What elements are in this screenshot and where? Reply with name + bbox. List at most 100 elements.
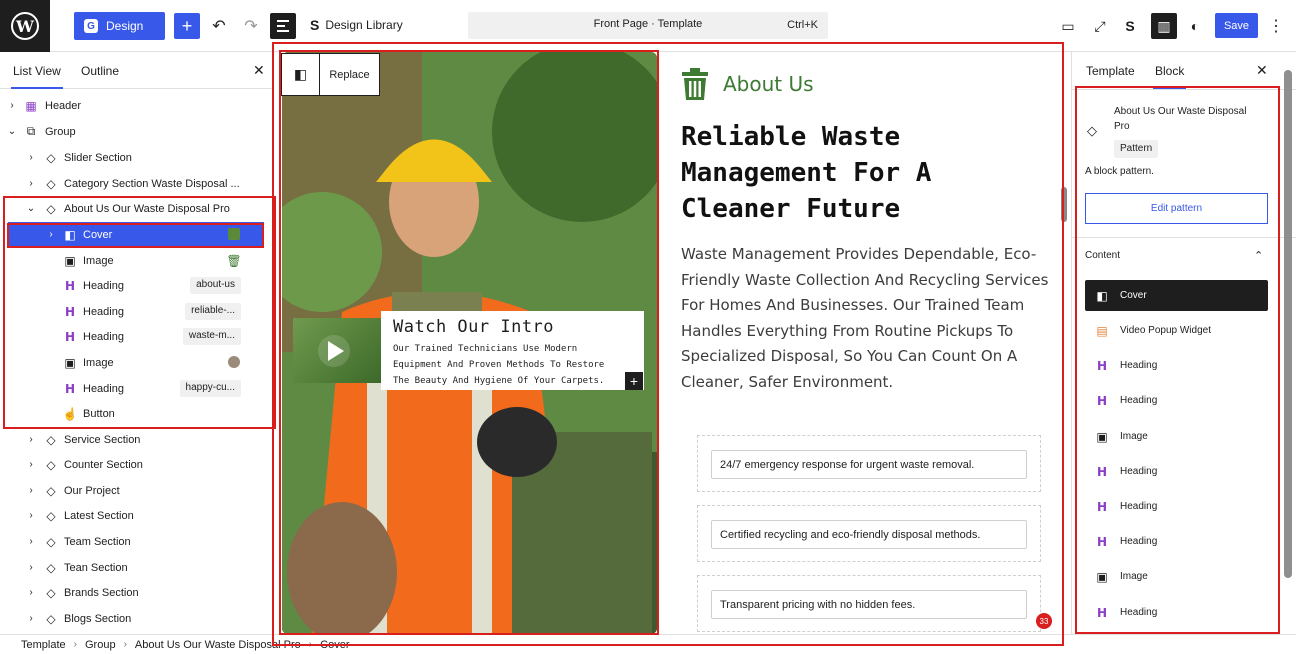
pattern-badge: Pattern [1114, 140, 1159, 158]
list-item-brands-section[interactable]: › ◇ Brands Section [0, 580, 273, 605]
list-item-counter-section[interactable]: › ◇ Counter Section [0, 452, 273, 477]
chevron-right-icon[interactable]: › [26, 485, 36, 496]
chevron-right-icon[interactable]: › [26, 510, 36, 521]
document-title: Front Page · Template [593, 18, 703, 30]
feature-text[interactable]: 24/7 emergency response for urgent waste… [711, 450, 1027, 479]
content-item-heading[interactable]: H Heading [1085, 526, 1268, 557]
list-item-about-us[interactable]: ⌄ ◇ About Us Our Waste Disposal Pro [0, 196, 273, 221]
list-item-heading[interactable]: H Heading happy-cu... [0, 376, 273, 401]
content-section-title[interactable]: Content [1085, 250, 1120, 261]
design-library-icon: S [310, 17, 320, 33]
chevron-right-icon[interactable]: › [26, 536, 36, 547]
chevron-right-icon[interactable]: › [26, 178, 36, 189]
heading-icon: H [64, 278, 76, 293]
chevron-up-icon[interactable]: ⌃ [1254, 249, 1263, 262]
chevron-right-icon[interactable]: › [26, 562, 36, 573]
list-item-our-project[interactable]: › ◇ Our Project [0, 478, 273, 503]
edit-pattern-button[interactable]: Edit pattern [1085, 193, 1268, 224]
page-heading[interactable]: Reliable Waste Management For A Cleaner … [681, 119, 1051, 227]
list-item-label: Image [83, 356, 114, 369]
about-us-label: About Us [681, 67, 814, 101]
list-item-image[interactable]: ▣ Image 🗑 [0, 248, 273, 273]
command-palette-bar[interactable]: Front Page · Template Ctrl+K [468, 12, 828, 39]
chevron-down-icon[interactable]: ⌄ [26, 203, 36, 214]
chevron-right-icon[interactable]: › [7, 100, 17, 111]
content-item-heading[interactable]: H Heading [1085, 350, 1268, 381]
chevron-right-icon[interactable]: › [26, 587, 36, 598]
list-item-heading[interactable]: H Heading reliable-... [0, 299, 273, 324]
redo-icon[interactable]: ↷ [239, 14, 263, 38]
undo-icon[interactable]: ↶ [207, 14, 231, 38]
list-item-cover[interactable]: › ◧ Cover [8, 222, 264, 247]
list-item-service-section[interactable]: › ◇ Service Section [0, 427, 273, 452]
close-icon[interactable]: ✕ [253, 62, 265, 79]
canvas-scrollbar[interactable] [1061, 187, 1067, 222]
tab-template[interactable]: Template [1086, 64, 1135, 78]
breadcrumb-item[interactable]: Group [85, 639, 116, 651]
tab-list-view[interactable]: List View [11, 64, 63, 89]
tab-block[interactable]: Block [1152, 64, 1187, 89]
inserter-plus-icon[interactable]: + [625, 372, 643, 390]
feature-text[interactable]: Transparent pricing with no hidden fees. [711, 590, 1027, 619]
tab-outline[interactable]: Outline [81, 64, 119, 78]
list-item-group[interactable]: ⌄ ⧉ Group [0, 119, 273, 144]
list-item-category-section[interactable]: › ◇ Category Section Waste Disposal ... [0, 171, 273, 196]
close-icon[interactable]: ✕ [1256, 62, 1268, 79]
chevron-right-icon[interactable]: › [46, 229, 56, 240]
anchor-tag: happy-cu... [179, 380, 241, 397]
desktop-preview-icon[interactable]: ▭ [1055, 13, 1081, 39]
feature-box[interactable]: 24/7 emergency response for urgent waste… [697, 435, 1041, 492]
chevron-right-icon[interactable]: › [26, 459, 36, 470]
play-icon[interactable] [316, 333, 352, 369]
content-item-cover[interactable]: ◧ Cover [1085, 280, 1268, 311]
sidebar-scrollbar[interactable] [1284, 70, 1292, 578]
list-item-blogs-section[interactable]: › ◇ Blogs Section [0, 606, 273, 631]
list-item-tean-section[interactable]: › ◇ Tean Section [0, 555, 273, 580]
design-library-toolbar-icon[interactable]: S [1117, 13, 1143, 39]
breadcrumb-item: Cover [320, 638, 350, 651]
styles-icon[interactable]: ◐ [1182, 13, 1208, 39]
wordpress-logo-button[interactable]: W [0, 0, 50, 52]
options-menu-icon[interactable]: ⋮ [1268, 14, 1284, 38]
save-button[interactable]: Save [1215, 13, 1258, 38]
fullscreen-icon[interactable]: ⤢ [1087, 13, 1113, 39]
intro-paragraph[interactable]: Waste Management Provides Dependable, Ec… [681, 242, 1051, 396]
content-item-heading[interactable]: H Heading [1085, 456, 1268, 487]
list-item-header[interactable]: › ▦ Header [0, 93, 273, 118]
list-view-toggle-button[interactable] [270, 13, 296, 39]
chevron-right-icon[interactable]: › [26, 613, 36, 624]
trash-icon [682, 68, 708, 100]
list-item-label: Group [45, 125, 76, 138]
trash-icon: 🗑 [226, 253, 242, 268]
list-item-slider-section[interactable]: › ◇ Slider Section [0, 145, 273, 170]
feature-text[interactable]: Certified recycling and eco-friendly dis… [711, 520, 1027, 549]
content-item-heading[interactable]: H Heading [1085, 597, 1268, 628]
content-item-image[interactable]: ▣ Image [1085, 421, 1268, 452]
list-item-button[interactable]: ☝ Button [0, 401, 273, 426]
chevron-down-icon[interactable]: ⌄ [7, 126, 17, 137]
content-item-image[interactable]: ▣ Image [1085, 561, 1268, 592]
list-item-heading[interactable]: H Heading about-us [0, 273, 273, 298]
list-item-heading[interactable]: H Heading waste-m... [0, 324, 273, 349]
list-item-latest-section[interactable]: › ◇ Latest Section [0, 503, 273, 528]
list-item-label: Slider Section [64, 151, 132, 164]
design-library-button[interactable]: S Design Library [310, 17, 403, 33]
intro-title: Watch Our Intro [393, 317, 555, 337]
content-item-video-popup[interactable]: ▤ Video Popup Widget [1085, 315, 1268, 346]
content-item-heading[interactable]: H Heading [1085, 385, 1268, 416]
design-button[interactable]: G Design [74, 12, 165, 40]
list-item-image[interactable]: ▣ Image [0, 350, 273, 375]
breadcrumb-item[interactable]: About Us Our Waste Disposal Pro [135, 639, 301, 651]
chevron-right-icon[interactable]: › [26, 152, 36, 163]
chevron-right-icon[interactable]: › [26, 434, 36, 445]
replace-button[interactable]: Replace [320, 54, 379, 95]
add-block-button[interactable]: + [174, 13, 200, 39]
cover-icon[interactable]: ◧ [282, 54, 320, 95]
settings-sidebar-icon[interactable]: ▥ [1151, 13, 1177, 39]
feature-box[interactable]: Transparent pricing with no hidden fees. [697, 575, 1041, 632]
breadcrumb-item[interactable]: Template [21, 639, 66, 651]
list-item-label: Heading [83, 330, 124, 343]
feature-box[interactable]: Certified recycling and eco-friendly dis… [697, 505, 1041, 562]
list-item-team-section[interactable]: › ◇ Team Section [0, 529, 273, 554]
content-item-heading[interactable]: H Heading [1085, 491, 1268, 522]
